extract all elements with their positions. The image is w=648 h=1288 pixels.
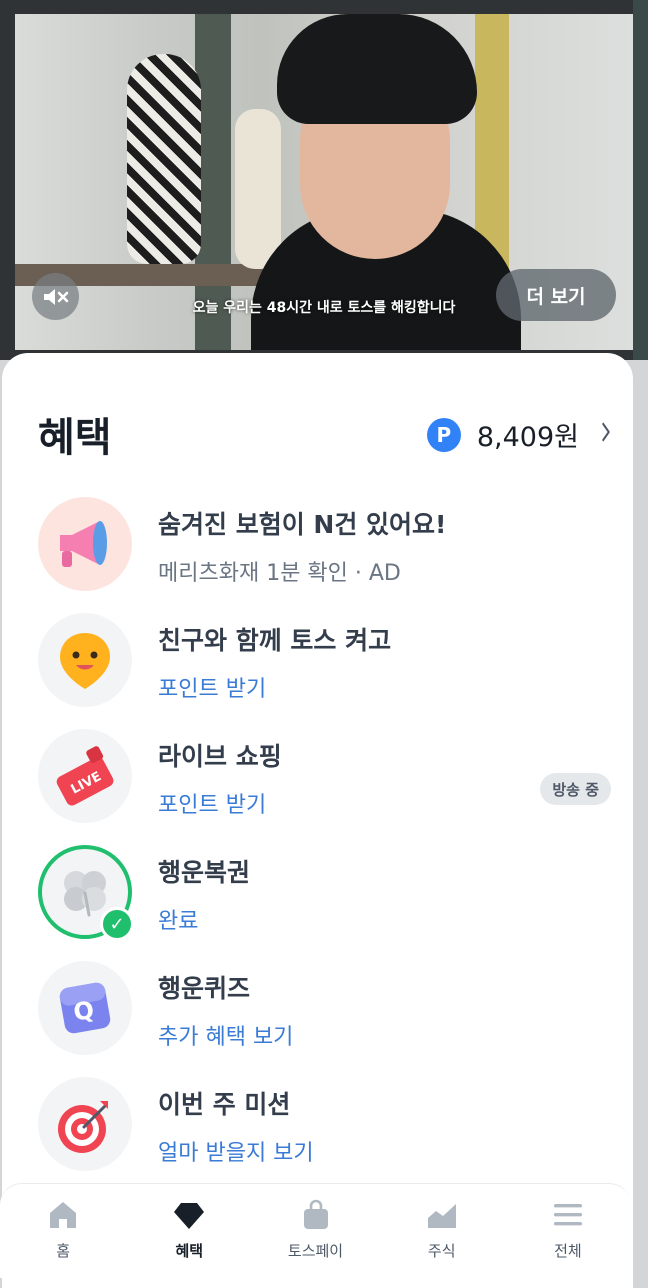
points-balance-link[interactable]: P 8,409원 — [426, 415, 613, 454]
megaphone-icon — [60, 521, 107, 567]
checkmark-icon: ✓ — [100, 907, 134, 941]
benefit-title: 행운퀴즈 — [158, 974, 251, 1003]
points-amount: 8,409원 — [476, 422, 579, 453]
tab-label: 홈 — [56, 1242, 70, 1260]
home-icon — [50, 1202, 77, 1228]
tab-tosspay[interactable]: 토스페이 — [252, 1184, 378, 1278]
page-title: 혜택 — [38, 415, 112, 461]
benefit-item-live-shopping[interactable]: LIVE 라이브 쇼핑 포인트 받기 방송 중 — [2, 725, 633, 825]
bottom-nav: 홈 혜택 토스페이 주식 전체 — [0, 1183, 631, 1278]
chevron-right-icon — [601, 421, 611, 449]
benefit-subtitle: 추가 혜택 보기 — [158, 1025, 294, 1050]
benefit-item-weekly-mission[interactable]: 이번 주 미션 얼마 받을지 보기 — [2, 1073, 633, 1173]
benefit-item-insurance-ad[interactable]: 숨겨진 보험이 N건 있어요! 메리츠화재 1분 확인 · AD — [2, 493, 633, 593]
benefit-subtitle: 메리츠화재 1분 확인 · AD — [158, 561, 401, 586]
point-icon: P — [426, 417, 461, 452]
benefit-subtitle: 얼마 받을지 보기 — [158, 1141, 314, 1166]
shopping-bag-icon — [303, 1199, 328, 1229]
benefit-item-invite-friend[interactable]: 친구와 함께 토스 켜고 포인트 받기 — [2, 609, 633, 709]
tab-label: 토스페이 — [287, 1242, 344, 1260]
tab-home[interactable]: 홈 — [0, 1184, 126, 1278]
quiz-q-icon: Q — [59, 982, 111, 1034]
benefit-title: 이번 주 미션 — [158, 1090, 291, 1119]
benefit-item-lucky-lottery[interactable]: ✓ 행운복권 완료 — [2, 841, 633, 941]
tab-label: 주식 — [427, 1242, 456, 1260]
video-ad[interactable]: 오늘 우리는 48시간 내로 토스를 해킹합니다 더 보기 — [0, 0, 648, 360]
tab-benefits[interactable]: 혜택 — [126, 1184, 252, 1278]
vase-decoration — [127, 54, 201, 264]
live-tv-icon: LIVE — [56, 746, 114, 806]
benefit-subtitle: 포인트 받기 — [158, 677, 267, 702]
benefit-title: 라이브 쇼핑 — [158, 742, 282, 771]
chart-icon — [427, 1204, 456, 1228]
status-badge: 방송 중 — [540, 773, 611, 805]
benefit-subtitle: 완료 — [158, 909, 199, 934]
tab-all[interactable]: 전체 — [505, 1184, 631, 1278]
benefit-title: 친구와 함께 토스 켜고 — [158, 626, 392, 655]
tab-stocks[interactable]: 주식 — [379, 1184, 505, 1278]
benefit-subtitle: 포인트 받기 — [158, 793, 267, 818]
benefit-title: 숨겨진 보험이 N건 있어요! — [158, 510, 447, 539]
target-icon — [58, 1101, 108, 1153]
tab-label: 혜택 — [175, 1242, 204, 1260]
smile-pin-icon — [60, 633, 110, 689]
more-button[interactable]: 더 보기 — [496, 269, 616, 321]
benefit-title: 행운복권 — [158, 858, 251, 887]
diamond-icon — [174, 1203, 205, 1229]
tab-label: 전체 — [554, 1242, 582, 1260]
benefit-item-lucky-quiz[interactable]: Q 행운퀴즈 추가 혜택 보기 — [2, 957, 633, 1057]
menu-icon — [553, 1204, 582, 1226]
benefits-sheet: 혜택 P 8,409원 숨겨진 보험이 N건 있어요! 메리츠화재 1분 확인 … — [2, 353, 633, 1288]
